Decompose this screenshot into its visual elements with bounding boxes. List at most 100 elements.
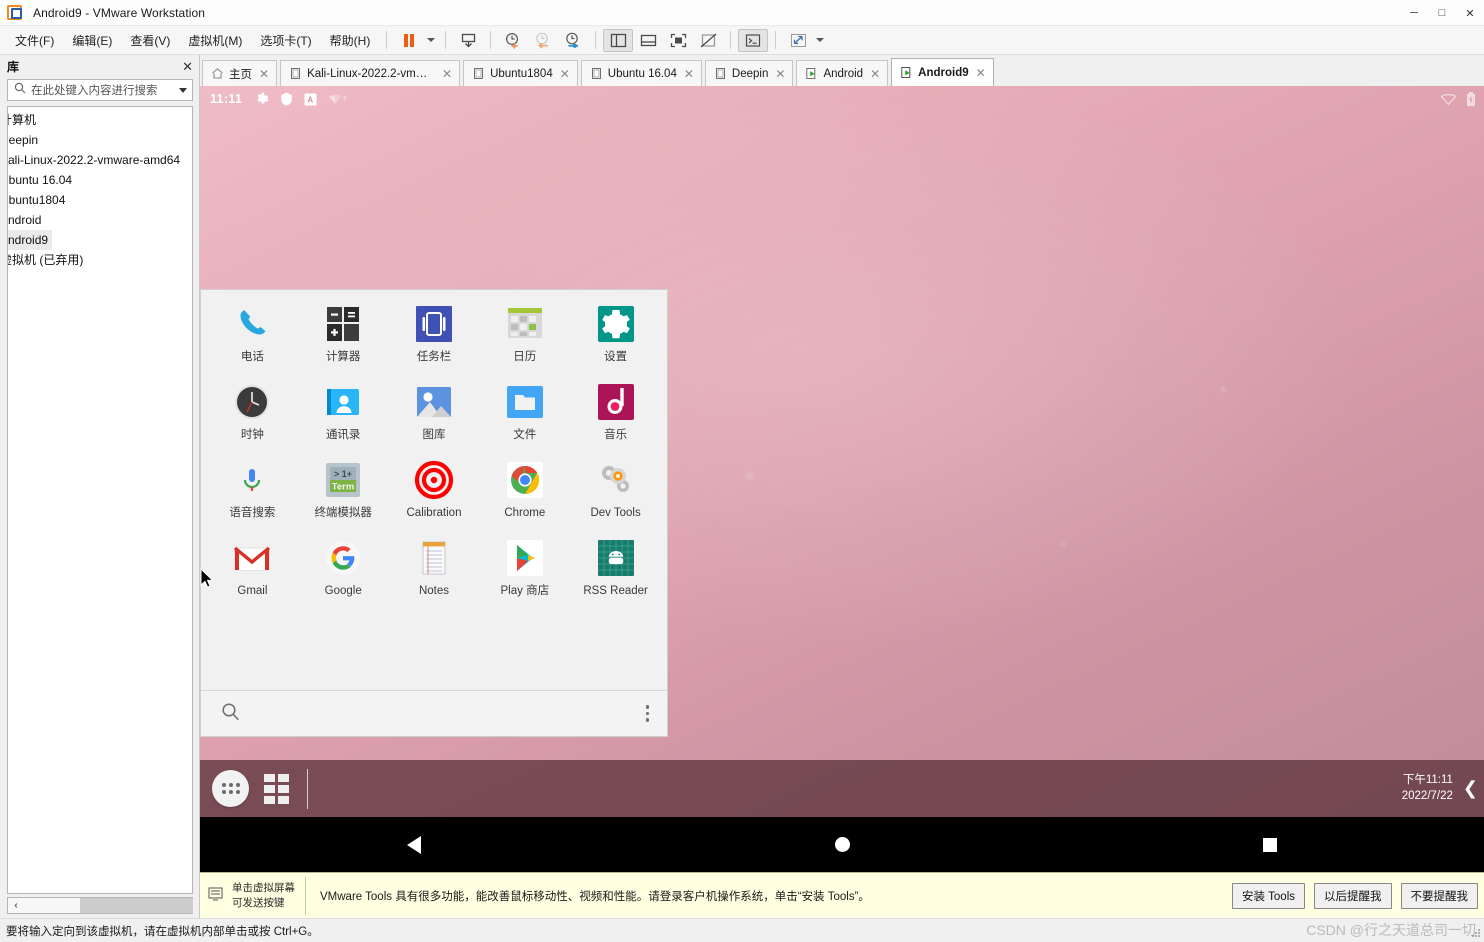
library-search-input[interactable]: 在此处键入内容进行搜索	[7, 79, 193, 101]
close-icon[interactable]: ✕	[682, 68, 696, 80]
take-snapshot-button[interactable]	[498, 29, 528, 52]
revert-snapshot-button[interactable]	[528, 29, 558, 52]
app-label: RSS Reader	[583, 585, 648, 597]
library-item-ubuntu1604[interactable]: Ubuntu 16.04	[8, 170, 192, 190]
scroll-left-icon[interactable]: ‹	[8, 898, 24, 913]
resize-grip-icon[interactable]	[1468, 926, 1482, 940]
library-horizontal-scrollbar[interactable]: ‹ ›	[7, 897, 193, 914]
tab-deepin[interactable]: Deepin ✕	[704, 60, 794, 86]
show-thumbnail-bar-button[interactable]	[633, 29, 663, 52]
kebab-menu-icon[interactable]	[645, 705, 649, 722]
wallpaper-bokeh	[1220, 386, 1227, 393]
show-library-button[interactable]	[603, 28, 634, 52]
library-item-ubuntu1804[interactable]: Ubuntu1804	[8, 190, 192, 210]
close-icon[interactable]: ✕	[257, 68, 271, 80]
install-tools-button[interactable]: 安装 Tools	[1231, 882, 1305, 909]
menu-help[interactable]: 帮助(H)	[321, 28, 380, 53]
unity-mode-button[interactable]	[693, 29, 723, 52]
maximize-button[interactable]: □	[1428, 0, 1456, 26]
app-label: Dev Tools	[590, 507, 641, 519]
close-icon[interactable]: ✕	[558, 68, 572, 80]
menu-tabs[interactable]: 选项卡(T)	[251, 28, 320, 53]
pause-dropdown-button[interactable]	[424, 29, 438, 52]
close-icon[interactable]: ✕	[182, 60, 193, 73]
stretch-button[interactable]	[783, 29, 813, 52]
fullscreen-button[interactable]	[663, 29, 693, 52]
app-label: 任务栏	[416, 351, 452, 363]
app-dev-tools[interactable]: Dev Tools	[570, 458, 661, 536]
snapshot-manager-button[interactable]	[558, 29, 588, 52]
toolbar-separator	[386, 31, 388, 49]
app-chrome[interactable]: Chrome	[479, 458, 570, 536]
title-bar: Android9 - VMware Workstation ─ □ ✕	[0, 0, 1484, 26]
pause-vm-button[interactable]	[394, 29, 424, 52]
close-button[interactable]: ✕	[1456, 0, 1484, 26]
close-icon[interactable]: ✕	[773, 68, 787, 80]
search-icon[interactable]	[221, 702, 240, 726]
library-item-computer[interactable]: 计算机	[8, 110, 192, 130]
nav-back-button[interactable]	[200, 835, 628, 854]
tab-kali-linux[interactable]: Kali-Linux-2022.2-vmware-am... ✕	[280, 60, 461, 86]
app-drawer-panel[interactable]: 电话 计算器 任务栏 日历 设置 时钟 通讯录 图库 文件 音乐 语音搜索 > …	[200, 289, 668, 737]
dock-clock[interactable]: 下午11:11 2022/7/22	[1402, 773, 1453, 804]
scrollbar-track[interactable]	[24, 898, 193, 913]
menu-view[interactable]: 查看(V)	[121, 28, 179, 53]
app-files[interactable]: 文件	[479, 380, 570, 458]
app-taskbar[interactable]: 任务栏	[389, 302, 480, 380]
stretch-dropdown-button[interactable]	[813, 29, 827, 52]
app-calibration[interactable]: Calibration	[389, 458, 480, 536]
menu-vm[interactable]: 虚拟机(M)	[179, 28, 251, 53]
close-icon[interactable]: ✕	[974, 67, 988, 79]
hint-line-2: 可发送按键	[232, 896, 285, 909]
library-item-kali[interactable]: Kali-Linux-2022.2-vmware-amd64	[8, 150, 192, 170]
library-tree[interactable]: 计算机 Deepin Kali-Linux-2022.2-vmware-amd6…	[7, 106, 193, 894]
app-settings[interactable]: 设置	[570, 302, 661, 380]
remind-later-button[interactable]: 以后提醒我	[1314, 882, 1392, 909]
nav-home-button[interactable]	[628, 837, 1056, 852]
menu-edit[interactable]: 编辑(E)	[63, 28, 121, 53]
app-calculator[interactable]: 计算器	[298, 302, 389, 380]
drawer-search-bar[interactable]	[201, 690, 667, 736]
app-google[interactable]: Google	[298, 536, 389, 614]
all-apps-icon[interactable]	[212, 770, 249, 807]
app-clock[interactable]: 时钟	[207, 380, 298, 458]
library-item-android[interactable]: Android	[8, 210, 192, 230]
library-search-placeholder: 在此处键入内容进行搜索	[31, 85, 158, 97]
tab-ubuntu1804[interactable]: Ubuntu1804 ✕	[463, 60, 578, 86]
menu-file[interactable]: 文件(F)	[6, 28, 63, 53]
tab-android9[interactable]: Android9 ✕	[891, 58, 994, 86]
scrollbar-thumb[interactable]	[80, 898, 193, 913]
minimize-button[interactable]: ─	[1400, 0, 1428, 26]
chevron-down-icon[interactable]	[176, 88, 190, 93]
app-notes[interactable]: Notes	[389, 536, 480, 614]
suspend-snapshot-button[interactable]	[453, 29, 483, 52]
console-button[interactable]	[738, 28, 769, 52]
close-icon[interactable]: ✕	[868, 68, 882, 80]
app-gmail[interactable]: Gmail	[207, 536, 298, 614]
app-voice-search[interactable]: 语音搜索	[207, 458, 298, 536]
tab-android[interactable]: Android ✕	[796, 60, 889, 86]
app-calendar[interactable]: 日历	[479, 302, 570, 380]
library-item-deepin[interactable]: Deepin	[8, 130, 192, 150]
never-remind-button[interactable]: 不要提醒我	[1400, 882, 1478, 909]
voice-search-icon	[230, 458, 274, 502]
app-phone[interactable]: 电话	[207, 302, 298, 380]
app-contacts[interactable]: 通讯录	[298, 380, 389, 458]
library-item-deprecated-vm[interactable]: 虚拟机 (已弃用)	[8, 250, 192, 270]
app-play-store[interactable]: Play 商店	[479, 536, 570, 614]
tab-home[interactable]: 主页 ✕	[202, 60, 278, 86]
app-grid-icon[interactable]	[264, 773, 289, 804]
android-screen[interactable]: 11:11 A ?	[200, 86, 1484, 872]
vm-stopped-icon	[472, 67, 485, 80]
app-gallery[interactable]: 图库	[389, 380, 480, 458]
app-music[interactable]: 音乐	[570, 380, 661, 458]
window-controls: ─ □ ✕	[1400, 0, 1484, 26]
nav-recents-button[interactable]	[1056, 837, 1484, 852]
close-icon[interactable]: ✕	[440, 68, 454, 80]
chevron-left-icon[interactable]: ❮	[1463, 778, 1478, 799]
app-rss-reader[interactable]: RSS Reader	[570, 536, 661, 614]
app-terminal-emulator[interactable]: > 1+ Term 终端模拟器	[298, 458, 389, 536]
library-item-android9[interactable]: Android9	[8, 230, 53, 250]
tab-ubuntu1604[interactable]: Ubuntu 16.04 ✕	[580, 60, 702, 86]
app-label: 图库	[422, 429, 446, 441]
